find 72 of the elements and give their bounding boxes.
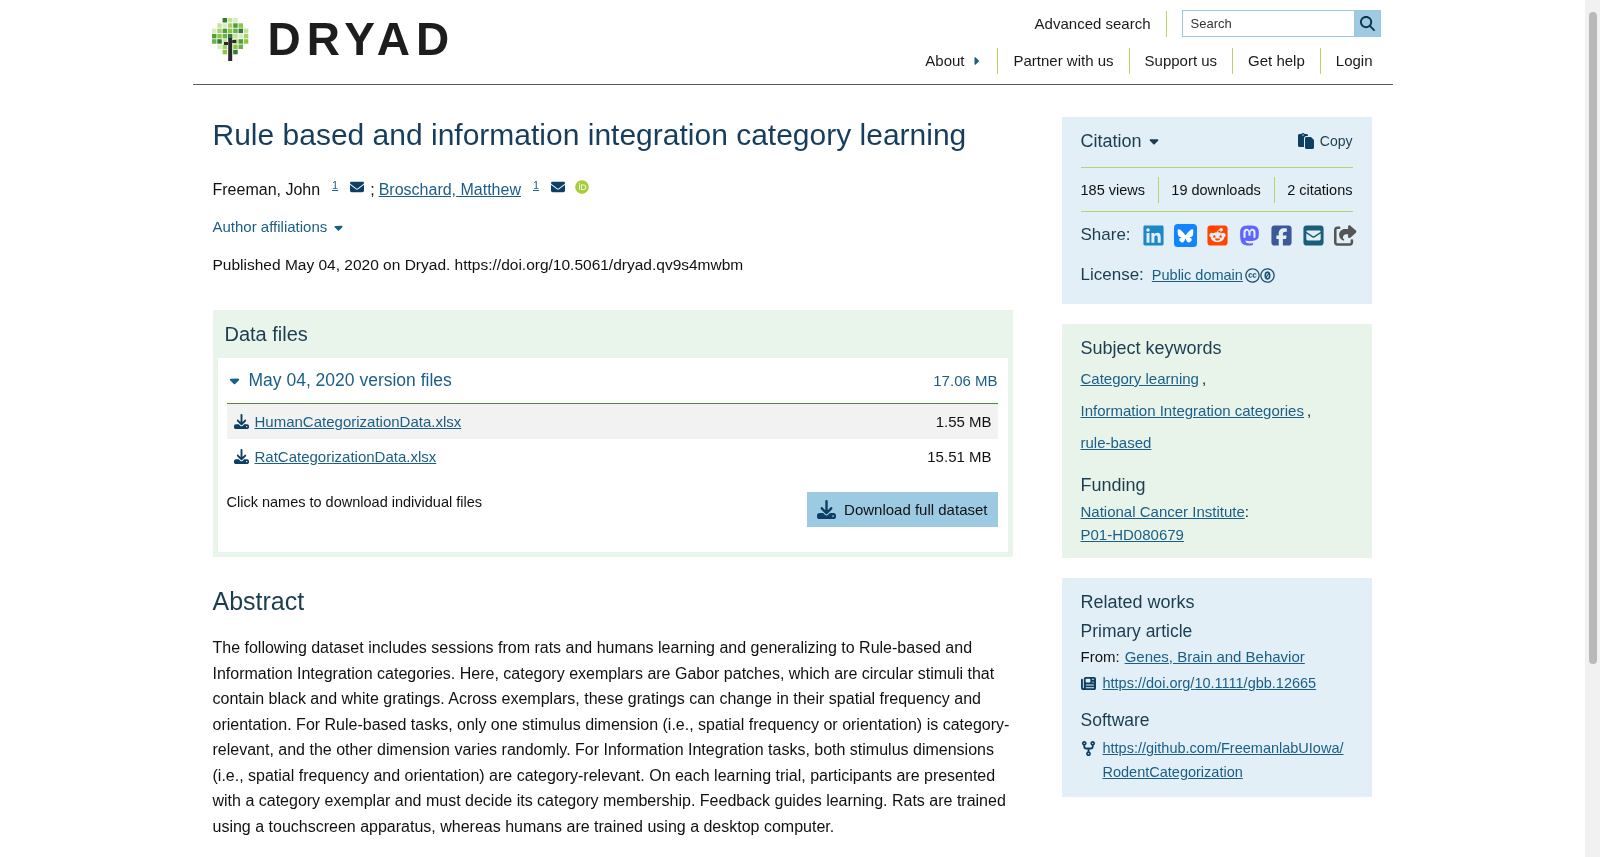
author-link[interactable]: Broschard, Matthew: [378, 178, 521, 202]
email-icon[interactable]: [1301, 223, 1325, 247]
citation-toggle[interactable]: Citation: [1080, 130, 1161, 152]
tree-logo-icon: [211, 17, 249, 61]
reddit-icon[interactable]: [1205, 223, 1229, 247]
download-icon: [817, 500, 837, 519]
fork-icon: [1080, 740, 1096, 756]
version-toggle[interactable]: May 04, 2020 version files: [226, 370, 452, 391]
published-info: Published May 04, 2020 on Dryad. https://doi.org/10.5061/dryad.qv9s4mwbm: [212, 255, 745, 275]
source-label: From:: [1080, 647, 1120, 667]
download-icon[interactable]: [233, 449, 249, 464]
file-size: 1.55 MB: [935, 413, 992, 430]
logo-text[interactable]: DRYAD: [267, 17, 456, 61]
newspaper-icon: [1080, 675, 1096, 691]
download-dataset-button[interactable]: Download full dataset: [807, 492, 998, 527]
nav-link[interactable]: Support us: [1128, 48, 1233, 74]
nav-link[interactable]: Login: [1319, 48, 1373, 74]
mastodon-icon[interactable]: [1237, 223, 1261, 247]
license-label: License:: [1080, 265, 1144, 285]
clipboard-icon: [1297, 133, 1314, 149]
file-link[interactable]: HumanCategorizationData.xlsx: [254, 413, 462, 430]
author-affiliations-toggle[interactable]: Author affiliations: [212, 215, 346, 239]
related-works-heading: Related works: [1080, 591, 1196, 614]
affiliation-link[interactable]: 1: [532, 178, 540, 192]
search-icon: [1359, 16, 1375, 31]
funding-separator: :: [1244, 503, 1249, 520]
file-link[interactable]: RatCategorizationData.xlsx: [254, 448, 437, 465]
nav-link[interactable]: Partner with us: [997, 48, 1129, 74]
dataset-title: Rule based and information integration category learning: [212, 117, 968, 153]
keyword-link[interactable]: Category learning: [1080, 370, 1199, 387]
search-field[interactable]: Search: [1181, 10, 1354, 37]
abstract-text: The following dataset includes sessions from rats and humans learning and generalizing to Rule-based and Information Integration categories. Here, category exemplars are Gabor patches, which are circular stimuli that contain black and white gratings. Across exemplars, these gratings can change in their spatial frequency and orientation. For Rule-based tasks, only one stimulus dimension (i.e., spatial frequency or orientation) is category-relevant, and the other dimension varies randomly. For Information Integration tasks, both stimulus dimensions (i.e., spatial frequency and orientation) are category-relevant. On each learning trial, participants are presented with a category exemplar and must decide its category membership. Feedback guides learning. Rats are trained using a touchscreen apparatus, whereas humans are trained using a desktop computer.: [212, 638, 1011, 837]
butterfly-icon[interactable]: [1173, 223, 1197, 247]
copy-button[interactable]: Copy: [1297, 133, 1353, 149]
search-button[interactable]: [1353, 10, 1381, 37]
creative-commons-icon: [1244, 267, 1260, 283]
keyword-separator: ,: [1306, 402, 1312, 419]
related-link[interactable]: https://github.com/FreemanlabUIowa/RodentCategorization: [1102, 736, 1353, 784]
metric-text: 2 citations: [1287, 180, 1353, 200]
related-link[interactable]: https://doi.org/10.1111/gbb.12665: [1102, 671, 1317, 695]
scrollbar-thumb[interactable]: [1588, 12, 1597, 664]
linkedin-icon[interactable]: [1141, 223, 1165, 247]
keyword-link[interactable]: rule-based: [1080, 434, 1152, 451]
author-separator: ;: [370, 180, 375, 200]
facebook-icon[interactable]: [1269, 223, 1293, 247]
data-files-heading: Data files: [223, 322, 309, 347]
related-group-heading: Primary article: [1080, 620, 1194, 643]
download-icon[interactable]: [233, 414, 249, 429]
affiliation-link[interactable]: 1: [332, 178, 339, 192]
download-hint: Click names to download individual files: [226, 493, 482, 512]
abstract-heading: Abstract: [212, 586, 306, 617]
author-name: Freeman, John: [212, 180, 321, 200]
email-icon[interactable]: [350, 180, 365, 194]
metric-text: 19 downloads: [1171, 180, 1261, 200]
share-label: Share:: [1080, 225, 1131, 245]
nav-link[interactable]: Get help: [1232, 48, 1320, 74]
version-size: 17.06 MB: [933, 372, 998, 389]
nav-link[interactable]: About: [910, 48, 998, 74]
journal-link[interactable]: Genes, Brain and Behavior: [1124, 645, 1305, 669]
metric-text: 185 views: [1080, 180, 1145, 200]
funding-heading: Funding: [1080, 474, 1147, 497]
keywords-heading: Subject keywords: [1080, 337, 1223, 360]
advanced-search-link[interactable]: Advanced search: [1034, 10, 1167, 37]
share-icon[interactable]: [1333, 223, 1357, 247]
funder-link[interactable]: National Cancer Institute: [1080, 503, 1245, 520]
related-group-heading: Software: [1080, 709, 1151, 732]
email-icon[interactable]: [551, 180, 566, 194]
keyword-separator: ,: [1201, 370, 1207, 387]
grant-link[interactable]: P01-HD080679: [1080, 526, 1184, 543]
file-size: 15.51 MB: [927, 448, 992, 465]
license-link[interactable]: Public domain: [1151, 267, 1243, 283]
keyword-link[interactable]: Information Integration categories: [1080, 402, 1304, 419]
